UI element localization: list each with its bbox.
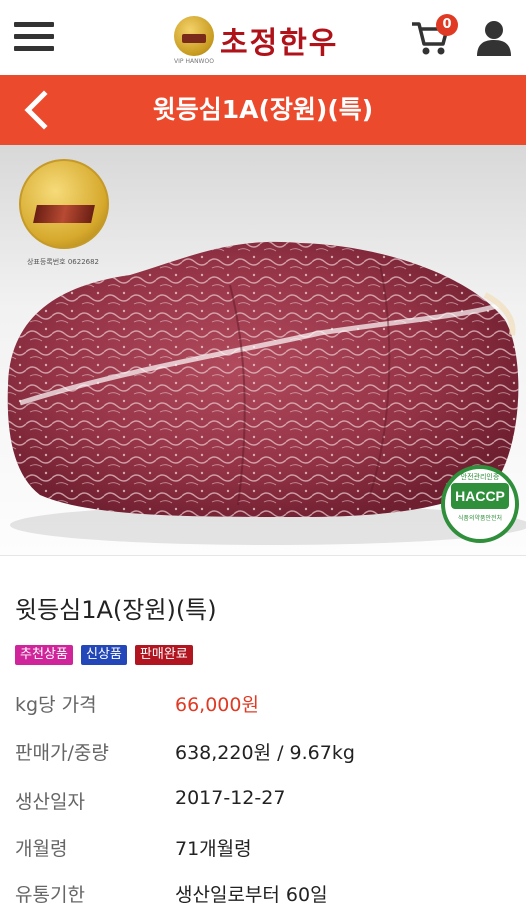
info-value: 638,220원 / 9.67kg [175,742,355,764]
info-label: kg당 가격 [15,694,97,716]
haccp-bottom-text: 식품의약품안전처 [457,515,503,522]
info-row-price-per-kg: kg당 가격 66,000원 [15,690,515,720]
brand-badge-sub: VIP HANWOO [174,58,214,65]
info-label: 유통기한 [15,884,85,906]
page-title: 윗등심1A(장원)(특) [152,95,374,124]
info-row-sale-price-weight: 판매가/중량 638,220원 / 9.67kg [15,738,515,768]
recommended-badge: 추천상품 [15,645,73,665]
product-image: 상표등록번호 0622682 안전관리인증 HACCP 식품의약품안전처 [0,145,526,555]
info-value: 생산일로부터 60일 [175,884,328,906]
top-header: VIP HANWOO 초정한우 0 [0,0,526,75]
info-value: 71개월령 [175,838,252,860]
sold-out-badge: 판매완료 [134,645,193,665]
haccp-certification-badge: 안전관리인증 HACCP 식품의약품안전처 [441,465,519,543]
product-badges: 추천상품 신상품 판매완료 [15,645,196,667]
brand-name: 초정한우 [220,26,339,61]
brand-certification-stamp: 상표등록번호 0622682 [15,155,111,267]
brand-logo[interactable]: VIP HANWOO 초정한우 [174,14,354,65]
info-row-production-date: 생산일자 2017-12-27 [15,787,515,817]
stamp-registration-number: 상표등록번호 0622682 [26,258,100,266]
product-title: 윗등심1A(장원)(특) [15,596,217,624]
haccp-label: HACCP [451,483,509,509]
user-account-button[interactable] [474,18,514,58]
info-row-age-months: 개월령 71개월령 [15,834,515,864]
brand-stamp-icon [19,159,109,249]
info-row-expiration: 유통기한 생산일로부터 60일 [15,880,515,910]
cart-button[interactable]: 0 [410,14,460,58]
user-icon [477,21,511,56]
info-label: 개월령 [15,838,68,860]
info-label: 생산일자 [15,791,85,813]
info-value: 2017-12-27 [175,787,286,809]
haccp-top-text: 안전관리인증 [460,473,500,481]
new-product-badge: 신상품 [80,645,127,665]
page-nav-bar: 윗등심1A(장원)(특) [0,75,526,145]
back-button[interactable] [20,90,56,130]
menu-icon[interactable] [14,22,54,52]
info-label: 판매가/중량 [15,742,109,764]
chevron-left-icon [24,90,48,130]
brand-badge-icon [174,16,214,56]
info-value: 66,000원 [175,694,259,716]
cart-count-badge: 0 [436,14,458,36]
divider [0,555,526,556]
